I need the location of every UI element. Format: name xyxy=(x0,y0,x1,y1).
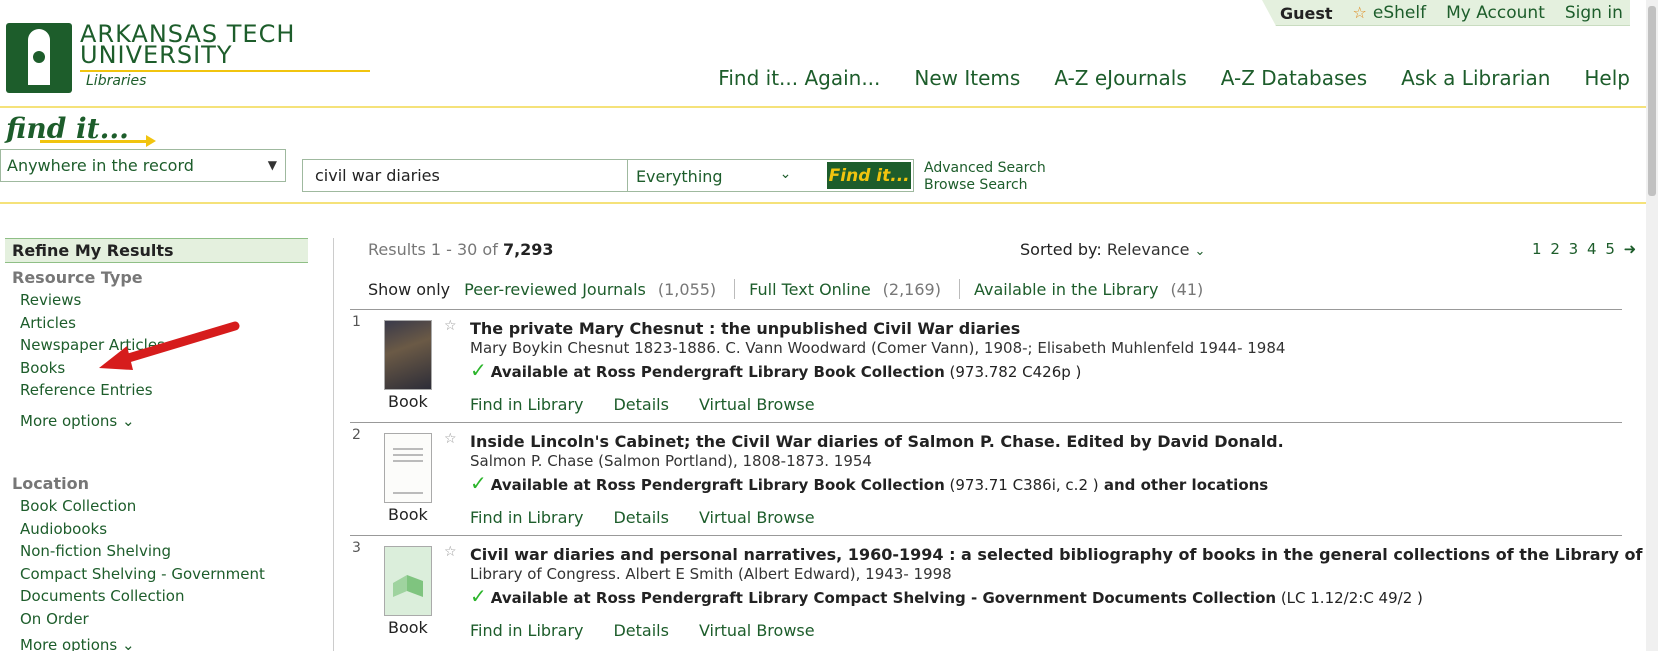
find-in-library-link[interactable]: Find in Library xyxy=(470,395,583,414)
facet-non-fiction-shelving[interactable]: Non-fiction Shelving xyxy=(20,540,265,563)
result-item: 1 Book ☆ The private Mary Chesnut : the … xyxy=(350,309,1622,422)
nav-help[interactable]: Help xyxy=(1584,66,1630,90)
page-5[interactable]: 5 xyxy=(1605,240,1617,258)
chevron-down-icon: ⌄ xyxy=(779,166,792,182)
sign-in-link[interactable]: Sign in xyxy=(1565,3,1623,23)
page-2[interactable]: 2 xyxy=(1550,240,1562,258)
results-count: Results 1 - 30 of 7,293 xyxy=(368,240,554,259)
resource-type-heading: Resource Type xyxy=(12,268,143,287)
details-link[interactable]: Details xyxy=(613,621,668,640)
scrollbar-thumb[interactable] xyxy=(1648,6,1656,196)
result-author: Salmon P. Chase (Salmon Portland), 1808-… xyxy=(470,452,872,470)
more-options-location[interactable]: More options ⌄ xyxy=(20,634,135,651)
star-icon[interactable]: ☆ xyxy=(444,544,457,560)
star-icon[interactable]: ☆ xyxy=(444,431,457,447)
browse-search-link[interactable]: Browse Search xyxy=(924,177,1046,194)
result-actions: Find in Library Details Virtual Browse xyxy=(470,508,815,527)
availability: ✓ Available at Ross Pendergraft Library B… xyxy=(470,358,1082,382)
search-box: Everything ⌄ Find it... xyxy=(302,159,914,192)
result-author: Library of Congress. Albert E Smith (Alb… xyxy=(470,565,952,583)
result-type: Book xyxy=(388,618,428,637)
page-scrollbar[interactable] xyxy=(1646,0,1658,651)
page-3[interactable]: 3 xyxy=(1569,240,1581,258)
dropdown-caret-icon: ▼ xyxy=(267,158,277,172)
location-list: Book Collection Audiobooks Non-fiction S… xyxy=(20,495,265,630)
star-icon[interactable]: ☆ xyxy=(444,318,457,334)
university-logo[interactable]: ARKANSAS TECH UNIVERSITY Libraries xyxy=(6,18,370,94)
pagination: 1 2 3 4 5 ➜ xyxy=(1532,240,1638,258)
find-it-button[interactable]: Find it... xyxy=(827,162,911,189)
virtual-browse-link[interactable]: Virtual Browse xyxy=(699,508,815,527)
details-link[interactable]: Details xyxy=(613,395,668,414)
filter-full-text[interactable]: Full Text Online xyxy=(749,280,871,299)
search-scope-select[interactable]: Anywhere in the record ▼ xyxy=(0,149,286,182)
nav-new-items[interactable]: New Items xyxy=(914,66,1020,90)
filter-available-library[interactable]: Available in the Library xyxy=(974,280,1158,299)
availability: ✓ Available at Ross Pendergraft Library B… xyxy=(470,471,1269,495)
check-icon: ✓ xyxy=(470,358,487,382)
virtual-browse-link[interactable]: Virtual Browse xyxy=(699,621,815,640)
red-arrow-annotation xyxy=(99,321,240,370)
filter-peer-reviewed[interactable]: Peer-reviewed Journals xyxy=(464,280,646,299)
facet-compact-shelving[interactable]: Compact Shelving - Government xyxy=(20,563,265,586)
virtual-browse-link[interactable]: Virtual Browse xyxy=(699,395,815,414)
result-title[interactable]: The private Mary Chesnut : the unpublish… xyxy=(470,319,1020,338)
availability: ✓ Available at Ross Pendergraft Library C… xyxy=(470,584,1423,608)
refine-heading: Refine My Results xyxy=(5,238,308,263)
logo-libraries: Libraries xyxy=(86,73,147,89)
check-icon: ✓ xyxy=(470,584,487,608)
more-options-resource-type[interactable]: More options ⌄ xyxy=(20,410,135,433)
result-item: 3 Book ☆ Civil war diaries and personal … xyxy=(350,535,1658,648)
chevron-down-icon: ⌄ xyxy=(1194,244,1206,259)
result-title[interactable]: Civil war diaries and personal narrative… xyxy=(470,545,1658,564)
result-title[interactable]: Inside Lincoln's Cabinet; the Civil War … xyxy=(470,432,1284,451)
sort-control[interactable]: Sorted by: Relevance ⌄ xyxy=(1020,240,1205,259)
page-4[interactable]: 4 xyxy=(1587,240,1599,258)
my-account-link[interactable]: My Account xyxy=(1446,3,1545,23)
facet-audiobooks[interactable]: Audiobooks xyxy=(20,518,265,541)
eshelf-link[interactable]: ☆ eShelf xyxy=(1353,3,1427,23)
check-icon: ✓ xyxy=(470,471,487,495)
advanced-search-link[interactable]: Advanced Search xyxy=(924,160,1046,177)
page-1[interactable]: 1 xyxy=(1532,240,1544,258)
collection-select[interactable]: Everything ⌄ xyxy=(628,160,825,191)
facet-on-order[interactable]: On Order xyxy=(20,608,265,631)
search-links: Advanced Search Browse Search xyxy=(924,160,1046,194)
nav-az-ejournals[interactable]: A-Z eJournals xyxy=(1054,66,1186,90)
arrow-icon xyxy=(40,135,156,147)
guest-label: Guest xyxy=(1280,3,1333,23)
chevron-down-icon: ⌄ xyxy=(121,636,135,651)
open-book-icon xyxy=(393,575,423,597)
details-link[interactable]: Details xyxy=(613,508,668,527)
facet-reference-entries[interactable]: Reference Entries xyxy=(20,379,165,402)
next-page-arrow-icon[interactable]: ➜ xyxy=(1624,240,1639,258)
facet-documents-collection[interactable]: Documents Collection xyxy=(20,585,265,608)
result-author: Mary Boykin Chesnut 1823-1886. C. Vann W… xyxy=(470,339,1286,357)
book-cover-thumbnail[interactable] xyxy=(384,320,432,390)
book-icon-thumbnail[interactable] xyxy=(384,546,432,616)
nav-find-it-again[interactable]: Find it... Again... xyxy=(718,66,880,90)
result-item: 2 Book ☆ Inside Lincoln's Cabinet; the C… xyxy=(350,422,1622,535)
show-only-filters: Show only Peer-reviewed Journals (1,055)… xyxy=(368,279,1204,299)
location-heading: Location xyxy=(12,474,89,493)
result-type: Book xyxy=(388,505,428,524)
book-cover-thumbnail[interactable] xyxy=(384,433,432,503)
chevron-down-icon: ⌄ xyxy=(121,412,135,430)
result-type: Book xyxy=(388,392,428,411)
find-in-library-link[interactable]: Find in Library xyxy=(470,508,583,527)
main-nav: Find it... Again... New Items A-Z eJourn… xyxy=(718,66,1630,90)
facet-book-collection[interactable]: Book Collection xyxy=(20,495,265,518)
university-seal-icon xyxy=(6,23,72,93)
star-icon: ☆ xyxy=(1352,3,1367,22)
result-actions: Find in Library Details Virtual Browse xyxy=(470,621,815,640)
result-actions: Find in Library Details Virtual Browse xyxy=(470,395,815,414)
nav-ask-librarian[interactable]: Ask a Librarian xyxy=(1401,66,1550,90)
utility-nav: Guest ☆ eShelf My Account Sign in xyxy=(1280,3,1623,23)
find-in-library-link[interactable]: Find in Library xyxy=(470,621,583,640)
facet-reviews[interactable]: Reviews xyxy=(20,289,165,312)
nav-az-databases[interactable]: A-Z Databases xyxy=(1221,66,1367,90)
logo-line2: UNIVERSITY xyxy=(80,41,233,69)
search-input[interactable] xyxy=(303,160,628,191)
